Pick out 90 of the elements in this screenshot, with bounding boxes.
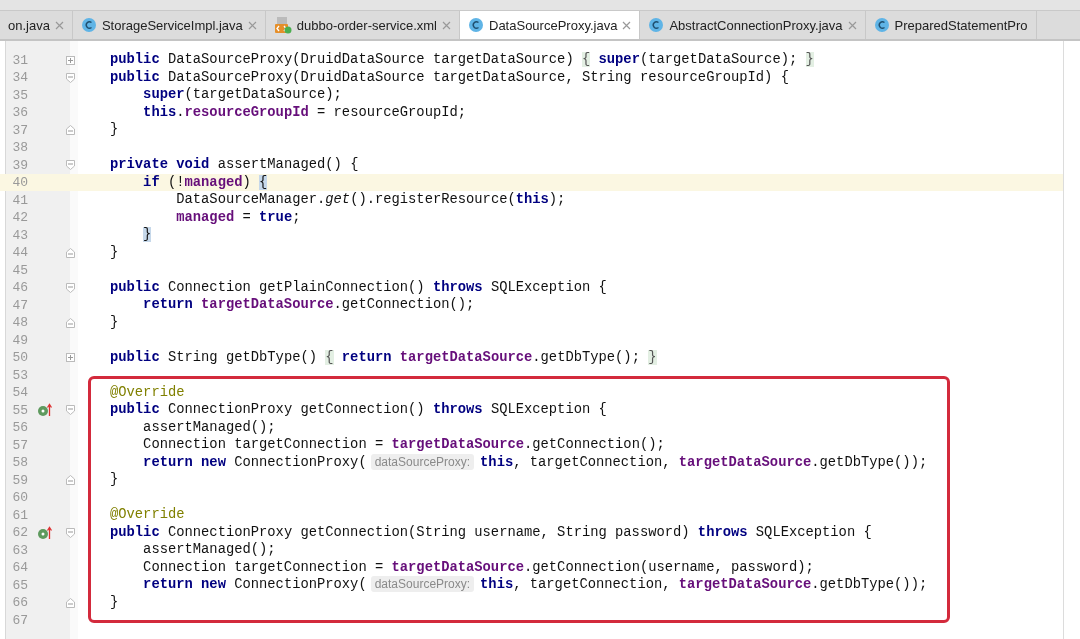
class-icon	[468, 17, 484, 33]
close-icon[interactable]	[847, 20, 857, 30]
line-number: 35	[11, 87, 28, 103]
code-line: }	[110, 594, 119, 610]
fold-end-icon[interactable]	[65, 247, 75, 258]
line-number: 41	[11, 192, 28, 208]
tab-label: StorageServiceImpl.java	[101, 17, 243, 33]
class-icon	[80, 17, 97, 33]
fold-plus-icon[interactable]	[65, 353, 75, 362]
line-number: 46	[11, 280, 28, 295]
line-number: 67	[11, 612, 28, 628]
fold-start-icon[interactable]	[65, 405, 75, 415]
line-number: 42	[11, 210, 28, 225]
code-line: public DataSourceProxy(DruidDataSource targetDataSource, String resourceGroupId) {	[110, 69, 789, 85]
tab-label: DataSourceProxy.java	[489, 17, 618, 33]
line-number: 38	[11, 140, 28, 155]
line-number: 47	[11, 297, 28, 313]
line-number: 65	[11, 577, 28, 593]
line-number: 62	[11, 525, 28, 540]
code-line: Connection targetConnection = targetDataSource.getConnection();	[142, 437, 665, 453]
fold-start-icon[interactable]	[65, 160, 75, 170]
line-number: 50	[11, 350, 28, 365]
fold-end-icon[interactable]	[65, 317, 75, 328]
line-number: 37	[11, 122, 28, 138]
tab-label: dubbo-order-service.xml	[296, 17, 437, 33]
close-icon[interactable]	[54, 20, 64, 30]
line-number: 36	[11, 105, 28, 120]
class-icon	[873, 17, 890, 33]
line-number: 55	[11, 402, 28, 418]
editor-tab[interactable]: DataSourceProxy.java	[460, 11, 641, 39]
line-number: 58	[11, 455, 28, 470]
line-number: 43	[11, 227, 28, 243]
xml-file-icon	[273, 16, 292, 34]
line-number: 45	[11, 262, 28, 278]
code-line: }	[110, 244, 119, 260]
fold-plus-icon[interactable]	[65, 55, 75, 65]
override-icon[interactable]	[37, 403, 53, 417]
close-icon[interactable]	[622, 20, 632, 30]
line-number: 40	[11, 175, 28, 190]
code-line: assertManaged();	[142, 542, 276, 558]
line-number: 48	[11, 315, 28, 330]
line-number: 34	[11, 70, 28, 85]
code-line: this.resourceGroupId = resourceGroupId;	[142, 104, 467, 120]
code-line: }	[110, 314, 119, 330]
code-line: @Override	[110, 384, 185, 400]
code-line: public ConnectionProxy getConnection() throws SQLException {	[110, 402, 607, 418]
line-number: 60	[11, 490, 28, 505]
code-line: public String getDbType() { return targetDataSource.getDbType(); }	[110, 349, 657, 365]
close-icon[interactable]	[442, 20, 451, 30]
line-number: 56	[11, 420, 28, 435]
code-line: return targetDataSource.getConnection();	[142, 297, 475, 313]
code-line: }	[110, 472, 119, 488]
code-line: DataSourceManager.get().registerResource(this);	[175, 192, 566, 208]
code-line: managed = true;	[175, 209, 301, 225]
fold-start-icon[interactable]	[65, 527, 75, 538]
close-icon[interactable]	[247, 20, 257, 30]
class-icon	[648, 17, 665, 33]
line-number: 49	[11, 332, 28, 348]
line-number: 59	[11, 472, 28, 488]
code-line: assertManaged();	[142, 419, 276, 435]
code-line: return new ConnectionProxy( dataSourceProxy: this, targetConnection, targetDataSource.getDbType());	[142, 454, 928, 470]
fold-end-icon[interactable]	[65, 597, 75, 608]
code-line: public Connection getPlainConnection() throws SQLException {	[110, 279, 607, 295]
code-line: private void assertManaged() {	[110, 157, 359, 173]
code-line: super(targetDataSource);	[142, 87, 342, 103]
code-line: public DataSourceProxy(DruidDataSource targetDataSource) { super(targetDataSource); }	[110, 52, 814, 68]
code-line: return new ConnectionProxy( dataSourceProxy: this, targetConnection, targetDataSource.getDbType());	[142, 577, 928, 593]
tab-label: PreparedStatementPro	[894, 17, 1028, 33]
tab-label: on.java	[8, 17, 50, 33]
line-number: 44	[11, 245, 28, 260]
line-number: 57	[11, 437, 28, 453]
code-line: }	[110, 122, 119, 138]
line-number: 64	[11, 560, 28, 575]
line-number: 53	[11, 367, 28, 383]
override-icon[interactable]	[37, 525, 53, 540]
line-number: 31	[11, 52, 28, 68]
fold-start-icon[interactable]	[65, 282, 75, 293]
line-number: 63	[11, 542, 28, 558]
line-number: 61	[11, 507, 28, 523]
line-number: 54	[11, 385, 28, 400]
line-number: 66	[11, 595, 28, 610]
line-number: 39	[11, 157, 28, 173]
tab-label: AbstractConnectionProxy.java	[669, 17, 843, 33]
code-line: if (!managed) {	[142, 174, 268, 190]
fold-start-icon[interactable]	[65, 72, 75, 83]
code-line: public ConnectionProxy getConnection(String username, String password) throws SQLException {	[110, 524, 872, 540]
fold-end-icon[interactable]	[65, 125, 75, 135]
code-line: @Override	[110, 507, 185, 523]
fold-end-icon[interactable]	[65, 475, 75, 485]
code-line: Connection targetConnection = targetDataSource.getConnection(username, password);	[142, 559, 814, 575]
